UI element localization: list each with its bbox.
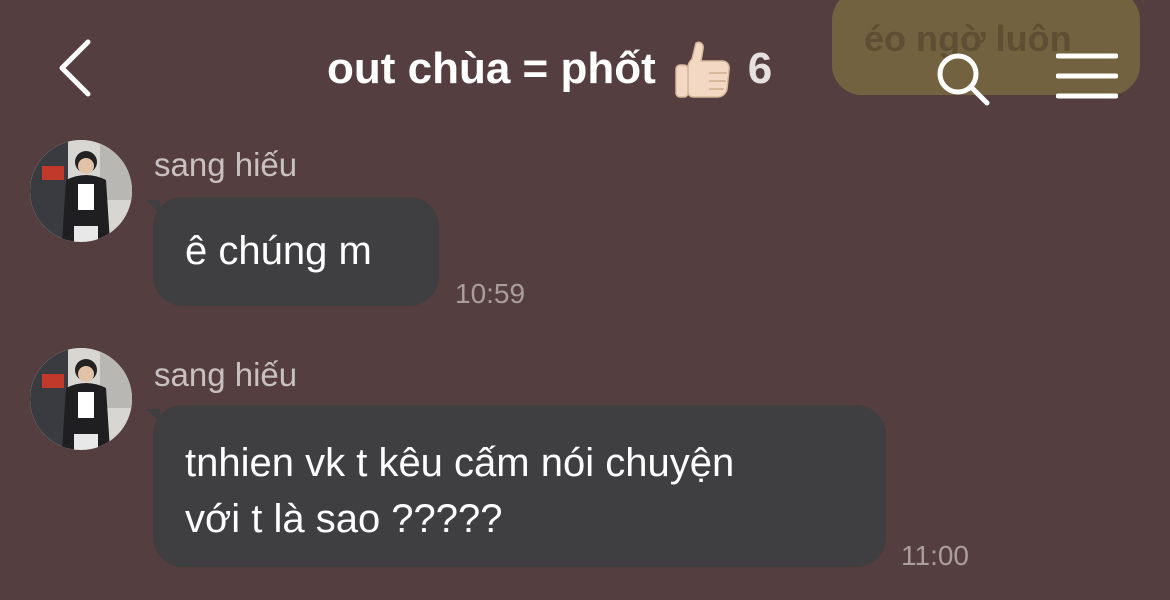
back-arrow-icon	[59, 39, 91, 97]
group-name: out chùa = phốt	[327, 44, 656, 93]
message-time: 11:00	[901, 540, 969, 571]
avatar[interactable]	[30, 140, 132, 242]
message-line: ê chúng m	[185, 229, 372, 273]
search-icon	[937, 53, 990, 106]
user-photo	[30, 348, 132, 450]
chat-title[interactable]: out chùa = phốt 6	[327, 38, 772, 100]
message-time: 10:59	[455, 278, 526, 309]
back-button[interactable]	[48, 36, 104, 100]
member-count: 6	[747, 44, 773, 93]
message-line: với t là sao ?????	[185, 497, 503, 541]
search-button[interactable]	[934, 50, 992, 108]
message-line: tnhien vk t kêu cấm nói chuyện	[185, 441, 735, 485]
thumbs-up-icon	[675, 41, 730, 98]
message-bubble[interactable]: tnhien vk t kêu cấm nói chuyện với t là …	[153, 405, 886, 567]
user-photo	[30, 140, 132, 242]
menu-icon	[1055, 53, 1119, 99]
sender-name: sang hiếu	[154, 356, 298, 393]
chat-screen: éo ngờ luôn out chùa = phốt 6 sang hiếu …	[0, 0, 1170, 600]
avatar[interactable]	[30, 348, 132, 450]
menu-button[interactable]	[1055, 52, 1119, 100]
sender-name: sang hiếu	[154, 146, 298, 183]
message-bubble[interactable]: ê chúng m	[153, 197, 439, 306]
